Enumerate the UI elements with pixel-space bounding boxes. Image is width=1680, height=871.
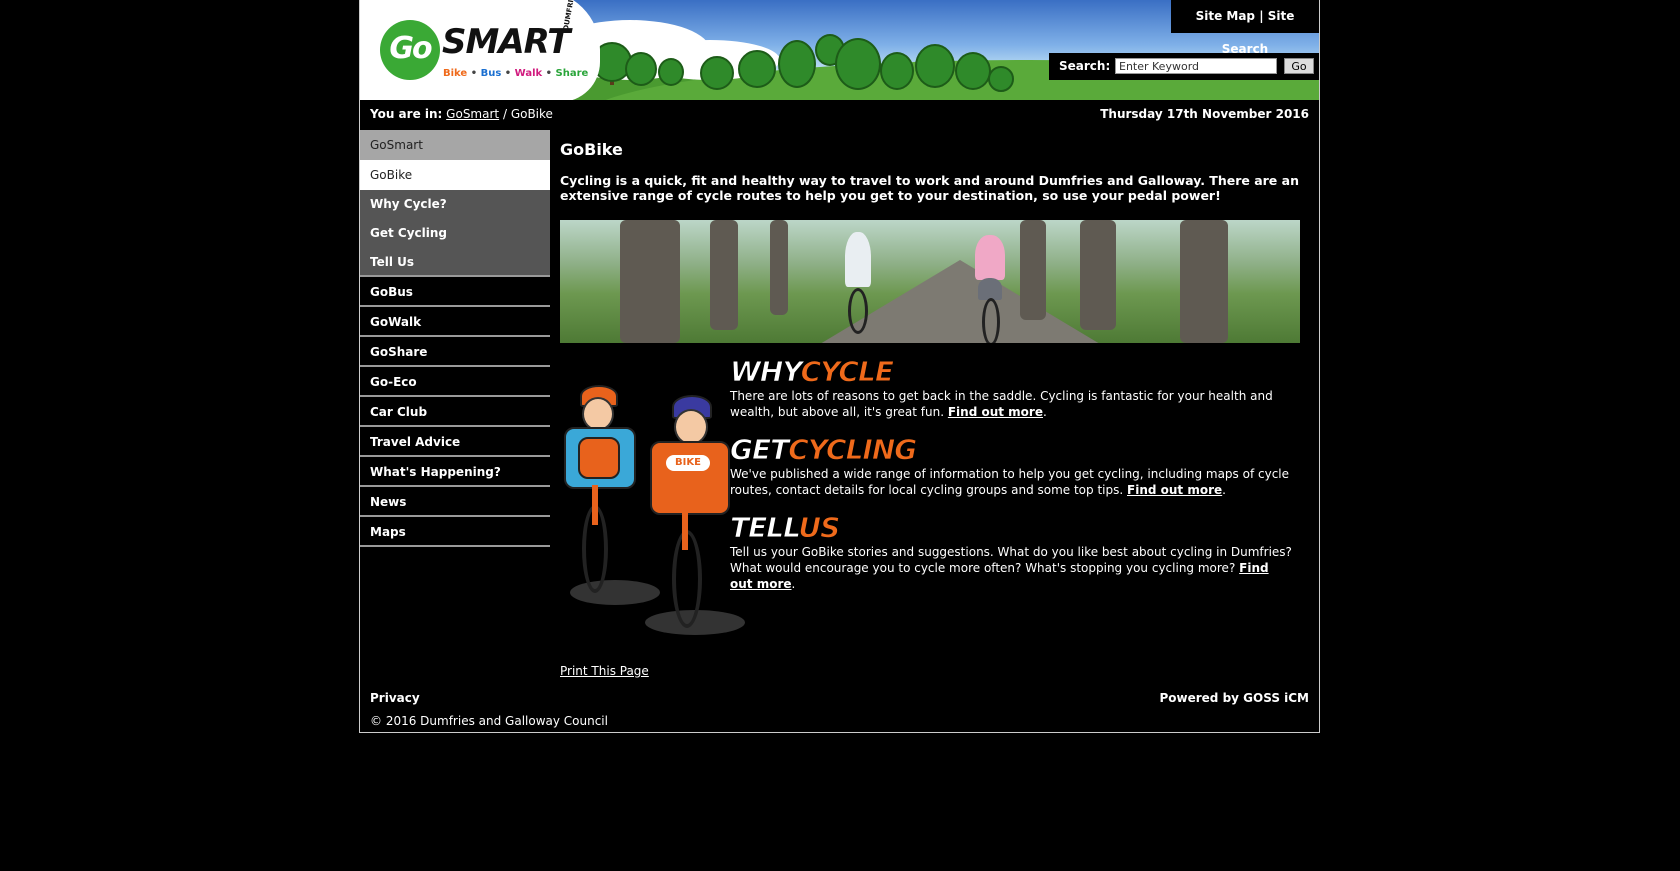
tree-graphic	[880, 52, 914, 90]
find-out-more-link[interactable]: Find out more	[1127, 483, 1222, 497]
section-why-cycle: WHYCYCLE There are lots of reasons to ge…	[730, 355, 1295, 420]
sidebar-item-travel-advice[interactable]: Travel Advice	[360, 427, 550, 457]
cartoon-cyclists: BIKE	[560, 385, 750, 640]
sidebar-item-why-cycle[interactable]: Why Cycle?	[360, 190, 550, 219]
cyclist-figure	[845, 232, 871, 287]
tree-graphic	[988, 66, 1014, 92]
tree-graphic	[738, 50, 776, 88]
tree-graphic	[625, 52, 657, 86]
current-date: Thursday 17th November 2016	[1100, 107, 1309, 121]
section-text: There are lots of reasons to get back in…	[730, 389, 1273, 419]
sidebar-item-get-cycling[interactable]: Get Cycling	[360, 219, 550, 248]
site-map-link[interactable]: Site Map	[1196, 9, 1255, 23]
privacy-link[interactable]: Privacy	[370, 691, 420, 705]
section-heading: TELLUS	[729, 511, 840, 544]
breadcrumb-link-gosmart[interactable]: GoSmart	[446, 107, 499, 121]
sidebar-item-goshare[interactable]: GoShare	[360, 337, 550, 367]
feature-sections: WHYCYCLE There are lots of reasons to ge…	[729, 355, 1295, 606]
breadcrumb-bar: You are in: GoSmart / GoBike Thursday 17…	[360, 100, 1319, 130]
tree-graphic	[658, 58, 684, 86]
copyright: © 2016 Dumfries and Galloway Council	[370, 714, 608, 728]
bike-badge: BIKE	[666, 455, 710, 471]
search-label: Search:	[1059, 59, 1111, 73]
section-get-cycling: GETCYCLING We've published a wide range …	[729, 433, 1295, 498]
cyclist-figure	[975, 235, 1005, 280]
sidebar-item-go-eco[interactable]: Go-Eco	[360, 367, 550, 397]
section-text: We've published a wide range of informat…	[730, 467, 1290, 497]
tree-graphic	[955, 52, 991, 90]
print-page: Print This Page	[560, 664, 649, 678]
tree-graphic	[915, 44, 955, 88]
cyclists-park-photo	[560, 220, 1300, 343]
section-heading: GETCYCLING	[729, 433, 917, 466]
breadcrumb-prefix: You are in:	[370, 107, 443, 121]
footer-privacy: Privacy	[370, 691, 420, 705]
page-container: Go SMART DUMFRIES Bike • Bus • Walk • Sh…	[359, 0, 1320, 733]
sidebar-item-gosmart[interactable]: GoSmart	[360, 130, 550, 160]
sidebar-item-whats-happening[interactable]: What's Happening?	[360, 457, 550, 487]
breadcrumb-current: GoBike	[510, 107, 553, 121]
sidebar-item-car-club[interactable]: Car Club	[360, 397, 550, 427]
sidebar-item-gobike[interactable]: GoBike	[360, 160, 550, 190]
print-page-link[interactable]: Print This Page	[560, 664, 649, 678]
logo-smart[interactable]: SMART	[442, 22, 570, 62]
link-separator: |	[1259, 9, 1268, 23]
powered-by: Powered by GOSS iCM	[1159, 691, 1309, 705]
site-header: Go SMART DUMFRIES Bike • Bus • Walk • Sh…	[360, 0, 1319, 100]
breadcrumb: You are in: GoSmart / GoBike	[370, 107, 553, 121]
sidebar-item-gowalk[interactable]: GoWalk	[360, 307, 550, 337]
tree-graphic	[700, 56, 734, 90]
search-input[interactable]	[1115, 58, 1277, 74]
logo-tagline: Bike • Bus • Walk • Share	[443, 68, 589, 79]
section-heading: WHYCYCLE	[730, 355, 895, 388]
sidebar-item-maps[interactable]: Maps	[360, 517, 550, 547]
page-title: GoBike	[560, 140, 623, 159]
section-text: Tell us your GoBike stories and suggesti…	[730, 545, 1292, 591]
sidebar-item-tell-us[interactable]: Tell Us	[360, 248, 550, 277]
search-bar: Search: Go	[1049, 53, 1319, 80]
top-links: Site Map | Site Search	[1171, 0, 1319, 56]
tree-graphic	[835, 38, 881, 90]
logo-go[interactable]: Go	[380, 20, 440, 80]
section-tell-us: TELLUS Tell us your GoBike stories and s…	[729, 511, 1295, 592]
find-out-more-link[interactable]: Find out more	[948, 405, 1043, 419]
sidebar-item-gobus[interactable]: GoBus	[360, 277, 550, 307]
main-content: GoBike Cycling is a quick, fit and healt…	[560, 130, 1320, 635]
sidebar-item-news[interactable]: News	[360, 487, 550, 517]
sidebar-nav: GoSmart GoBike Why Cycle? Get Cycling Te…	[360, 130, 550, 547]
search-go-button[interactable]: Go	[1284, 58, 1314, 74]
intro-text: Cycling is a quick, fit and healthy way …	[560, 173, 1299, 203]
tree-graphic	[778, 40, 816, 88]
